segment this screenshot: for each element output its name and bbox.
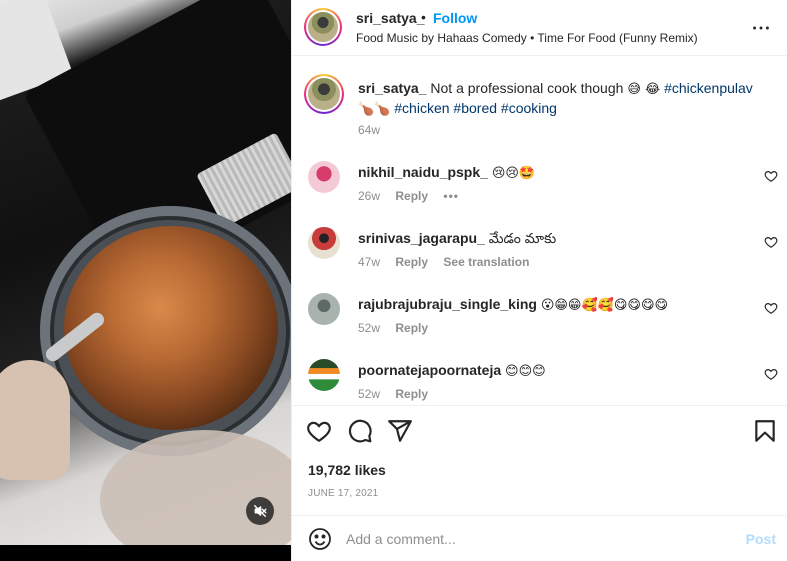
comment-avatar[interactable] [308, 161, 340, 193]
post-username[interactable]: sri_satya_ [356, 10, 425, 26]
reply-button[interactable]: Reply [395, 387, 428, 401]
caption-time[interactable]: 64w [358, 123, 380, 137]
comment-avatar[interactable] [308, 227, 340, 259]
more-horizontal-icon[interactable] [750, 17, 772, 39]
follow-button[interactable]: Follow [433, 10, 477, 26]
separator-dot: • [421, 9, 426, 25]
hashtag[interactable]: #chickenpulav [664, 80, 753, 96]
bookmark-icon[interactable] [752, 418, 778, 444]
heart-icon[interactable] [306, 418, 332, 444]
comment-icon[interactable] [347, 418, 373, 444]
see-translation-button[interactable]: See translation [443, 255, 529, 269]
hashtag[interactable]: #chicken [394, 100, 449, 116]
video-player[interactable] [0, 0, 291, 561]
post-header: sri_satya_ • Follow Food Music by Hahaas… [292, 0, 787, 56]
avatar[interactable] [304, 74, 344, 114]
comment-text: 😢😢🤩 [491, 166, 536, 181]
comment-item: nikhil_naidu_pspk_ 😢😢🤩 26w Reply ••• [292, 157, 787, 223]
comment-username[interactable]: srinivas_jagarapu_ [358, 230, 485, 246]
heart-icon[interactable] [764, 169, 778, 183]
post-actions: 19,782 likes JUNE 17, 2021 [292, 405, 787, 515]
share-icon[interactable] [387, 418, 413, 444]
muted-speaker-icon [254, 505, 267, 517]
smile-icon[interactable] [308, 527, 332, 551]
avatar[interactable] [304, 8, 342, 46]
heart-icon[interactable] [764, 301, 778, 315]
comment-username[interactable]: nikhil_naidu_pspk_ [358, 164, 488, 180]
hashtag[interactable]: #bored [453, 100, 497, 116]
post-date[interactable]: JUNE 17, 2021 [308, 488, 378, 499]
comment-item: srinivas_jagarapu_ మేడం మాకు 47w Reply S… [292, 223, 787, 289]
comment-avatar[interactable] [308, 359, 340, 391]
caption-text: sri_satya_ Not a professional cook thoug… [358, 80, 753, 117]
comment-time[interactable]: 52w [358, 321, 380, 335]
mute-button[interactable] [246, 497, 274, 525]
hashtag[interactable]: #cooking [501, 100, 557, 116]
heart-icon[interactable] [764, 235, 778, 249]
comment-text: 😊😊😊 [505, 364, 546, 379]
comment-text: 😮😁😁🥰🥰😋😋😋😋 [540, 298, 669, 313]
audio-link[interactable]: Food Music by Hahaas Comedy • Time For F… [356, 31, 698, 45]
post-button[interactable]: Post [746, 531, 776, 547]
reply-button[interactable]: Reply [395, 255, 428, 269]
comment-time[interactable]: 26w [358, 189, 380, 203]
comment-username[interactable]: poornatejapoornateja [358, 362, 501, 378]
comments-section[interactable]: sri_satya_ Not a professional cook thoug… [292, 57, 787, 405]
comment-input[interactable] [346, 526, 726, 552]
comment-avatar[interactable] [308, 293, 340, 325]
reply-button[interactable]: Reply [395, 321, 428, 335]
caption: sri_satya_ Not a professional cook thoug… [292, 57, 787, 145]
comment-time[interactable]: 52w [358, 387, 380, 401]
heart-icon[interactable] [764, 367, 778, 381]
comment-options-button[interactable]: ••• [443, 189, 459, 203]
caption-username[interactable]: sri_satya_ [358, 80, 427, 96]
comment-username[interactable]: rajubrajubraju_single_king [358, 296, 537, 312]
post-panel: sri_satya_ • Follow Food Music by Hahaas… [291, 0, 787, 561]
comment-text: మేడం మాకు [488, 230, 557, 246]
add-comment-bar: Post [292, 515, 787, 561]
comment-time[interactable]: 47w [358, 255, 380, 269]
comment-item: rajubrajubraju_single_king 😮😁😁🥰🥰😋😋😋😋 52w… [292, 289, 787, 355]
video-frame [0, 0, 291, 545]
reply-button[interactable]: Reply [395, 189, 428, 203]
comment-item: poornatejapoornateja 😊😊😊 52w Reply [292, 355, 787, 405]
likes-count[interactable]: 19,782 likes [308, 462, 386, 478]
